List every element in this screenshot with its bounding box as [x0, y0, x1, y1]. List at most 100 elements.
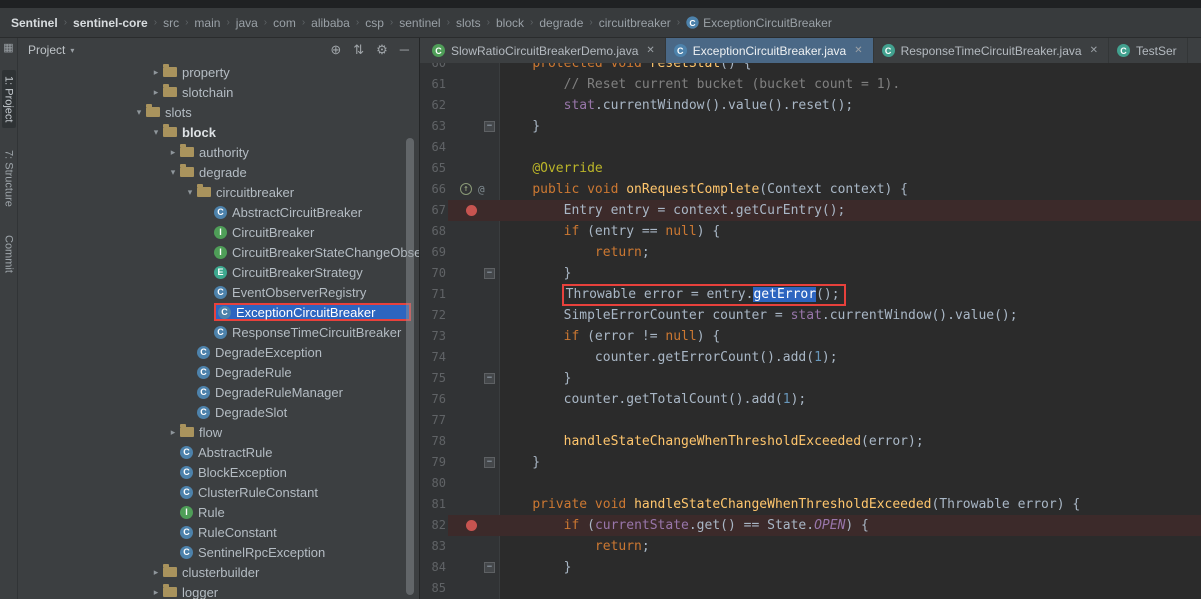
code-line-83[interactable]: 83 return;	[420, 536, 1201, 557]
line-number[interactable]: 64	[420, 137, 446, 158]
breakpoint-icon[interactable]	[466, 205, 477, 216]
close-icon[interactable]: ✕	[1090, 45, 1098, 56]
breadcrumb-item-degrade[interactable]: degrade	[536, 14, 586, 32]
tree-toggle-icon[interactable]: ▸	[149, 567, 163, 578]
collapse-all-icon[interactable]: ⇅	[353, 42, 364, 57]
line-number[interactable]: 63	[420, 116, 446, 137]
stripe-button-commit[interactable]: Commit	[2, 229, 16, 279]
breadcrumb-item-slots[interactable]: slots	[453, 14, 484, 32]
code-line-82[interactable]: 82 if (currentState.get() == State.OPEN)…	[420, 515, 1201, 536]
code-line-67[interactable]: 67 Entry entry = context.getCurEntry();	[420, 200, 1201, 221]
editor[interactable]: 60 protected void resetStat() {61 // Res…	[420, 63, 1201, 599]
stripe-button-7-structure[interactable]: 7: Structure	[2, 144, 16, 213]
line-number[interactable]: 79	[420, 452, 446, 473]
breadcrumb-item-sentinel[interactable]: Sentinel	[8, 14, 61, 32]
tree-item-circuitbreakerstatechangeobse[interactable]: I CircuitBreakerStateChangeObse	[18, 242, 419, 262]
breadcrumb-item-block[interactable]: block	[493, 14, 527, 32]
breakpoint-icon[interactable]	[466, 520, 477, 531]
line-number[interactable]: 77	[420, 410, 446, 431]
tree-item-slots[interactable]: ▾ slots	[18, 102, 419, 122]
tree-item-authority[interactable]: ▸ authority	[18, 142, 419, 162]
breadcrumb-item-alibaba[interactable]: alibaba	[308, 14, 353, 32]
breadcrumb-item-src[interactable]: src	[160, 14, 182, 32]
tree-item-blockexception[interactable]: C BlockException	[18, 462, 419, 482]
code-line-75[interactable]: 75 − }	[420, 368, 1201, 389]
line-number[interactable]: 81	[420, 494, 446, 515]
close-icon[interactable]: ✕	[646, 45, 654, 56]
line-number[interactable]: 73	[420, 326, 446, 347]
tool-window-stripe-icon[interactable]: ▦	[3, 42, 13, 54]
code-line-61[interactable]: 61 // Reset current bucket (bucket count…	[420, 74, 1201, 95]
line-number[interactable]: 82	[420, 515, 446, 536]
line-number[interactable]: 84	[420, 557, 446, 578]
breadcrumb-item-exceptioncircuitbreaker[interactable]: C ExceptionCircuitBreaker	[683, 14, 835, 32]
code-line-68[interactable]: 68 if (entry == null) {	[420, 221, 1201, 242]
tree-item-degradeslot[interactable]: C DegradeSlot	[18, 402, 419, 422]
code-line-66[interactable]: 66 ↑ @ public void onRequestComplete(Conte…	[420, 179, 1201, 200]
tree-item-circuitbreakerstrategy[interactable]: E CircuitBreakerStrategy	[18, 262, 419, 282]
line-number[interactable]: 76	[420, 389, 446, 410]
tree-toggle-icon[interactable]: ▸	[149, 67, 163, 78]
code-line-78[interactable]: 78 handleStateChangeWhenThresholdExceede…	[420, 431, 1201, 452]
line-number[interactable]: 61	[420, 74, 446, 95]
code-line-85[interactable]: 85	[420, 578, 1201, 599]
tree-item-clusterbuilder[interactable]: ▸ clusterbuilder	[18, 562, 419, 582]
line-number[interactable]: 80	[420, 473, 446, 494]
code-line-72[interactable]: 72 SimpleErrorCounter counter = stat.cur…	[420, 305, 1201, 326]
tree-item-sentinelrpcexception[interactable]: C SentinelRpcException	[18, 542, 419, 562]
tree-toggle-icon[interactable]: ▸	[149, 87, 163, 98]
code-line-73[interactable]: 73 if (error != null) {	[420, 326, 1201, 347]
line-number[interactable]: 67	[420, 200, 446, 221]
tree-item-circuitbreaker[interactable]: I CircuitBreaker	[18, 222, 419, 242]
tree-toggle-icon[interactable]: ▾	[132, 107, 146, 118]
line-number[interactable]: 85	[420, 578, 446, 599]
fold-marker-icon[interactable]: −	[484, 121, 495, 132]
code-line-77[interactable]: 77	[420, 410, 1201, 431]
tree-item-property[interactable]: ▸ property	[18, 62, 419, 82]
tree-item-exceptioncircuitbreaker[interactable]: C ExceptionCircuitBreaker	[18, 302, 419, 322]
line-number[interactable]: 78	[420, 431, 446, 452]
tree-item-ruleconstant[interactable]: C RuleConstant	[18, 522, 419, 542]
tree-item-eventobserverregistry[interactable]: C EventObserverRegistry	[18, 282, 419, 302]
code-line-69[interactable]: 69 return;	[420, 242, 1201, 263]
breadcrumb-item-sentinel[interactable]: sentinel	[396, 14, 443, 32]
code-line-64[interactable]: 64	[420, 137, 1201, 158]
tab-slowratiocircuitbreakerdemo-java[interactable]: C SlowRatioCircuitBreakerDemo.java ✕	[424, 38, 666, 63]
tree-toggle-icon[interactable]: ▸	[166, 427, 180, 438]
project-scrollbar[interactable]	[406, 138, 414, 595]
breadcrumb-item-main[interactable]: main	[191, 14, 223, 32]
breadcrumb-item-com[interactable]: com	[270, 14, 299, 32]
code-line-63[interactable]: 63 − }	[420, 116, 1201, 137]
tree-item-degrade[interactable]: ▾ degrade	[18, 162, 419, 182]
code-line-60[interactable]: 60 protected void resetStat() {	[420, 63, 1201, 74]
tree-item-abstractcircuitbreaker[interactable]: C AbstractCircuitBreaker	[18, 202, 419, 222]
line-number[interactable]: 71	[420, 284, 446, 305]
tree-item-responsetimecircuitbreaker[interactable]: C ResponseTimeCircuitBreaker	[18, 322, 419, 342]
line-number[interactable]: 69	[420, 242, 446, 263]
line-number[interactable]: 68	[420, 221, 446, 242]
fold-marker-icon[interactable]: −	[484, 457, 495, 468]
fold-marker-icon[interactable]: −	[484, 562, 495, 573]
tab-testser[interactable]: C TestSer	[1109, 38, 1188, 63]
line-number[interactable]: 62	[420, 95, 446, 116]
tree-toggle-icon[interactable]: ▾	[183, 187, 197, 198]
line-number[interactable]: 74	[420, 347, 446, 368]
line-number[interactable]: 72	[420, 305, 446, 326]
line-number[interactable]: 65	[420, 158, 446, 179]
line-number[interactable]: 66	[420, 179, 446, 200]
breadcrumb-item-csp[interactable]: csp	[362, 14, 387, 32]
tree-item-degraderule[interactable]: C DegradeRule	[18, 362, 419, 382]
tree-item-logger[interactable]: ▸ logger	[18, 582, 419, 599]
close-icon[interactable]: ✕	[854, 45, 862, 56]
line-number[interactable]: 60	[420, 63, 446, 74]
breadcrumb-item-java[interactable]: java	[233, 14, 261, 32]
override-icon[interactable]: ↑	[460, 183, 472, 195]
code-line-62[interactable]: 62 stat.currentWindow().value().reset();	[420, 95, 1201, 116]
tree-item-slotchain[interactable]: ▸ slotchain	[18, 82, 419, 102]
tree-item-flow[interactable]: ▸ flow	[18, 422, 419, 442]
breadcrumb-item-sentinel-core[interactable]: sentinel-core	[70, 14, 151, 32]
tab-responsetimecircuitbreaker-java[interactable]: C ResponseTimeCircuitBreaker.java ✕	[874, 38, 1109, 63]
tree-item-clusterruleconstant[interactable]: C ClusterRuleConstant	[18, 482, 419, 502]
code-line-76[interactable]: 76 counter.getTotalCount().add(1);	[420, 389, 1201, 410]
tree-item-abstractrule[interactable]: C AbstractRule	[18, 442, 419, 462]
